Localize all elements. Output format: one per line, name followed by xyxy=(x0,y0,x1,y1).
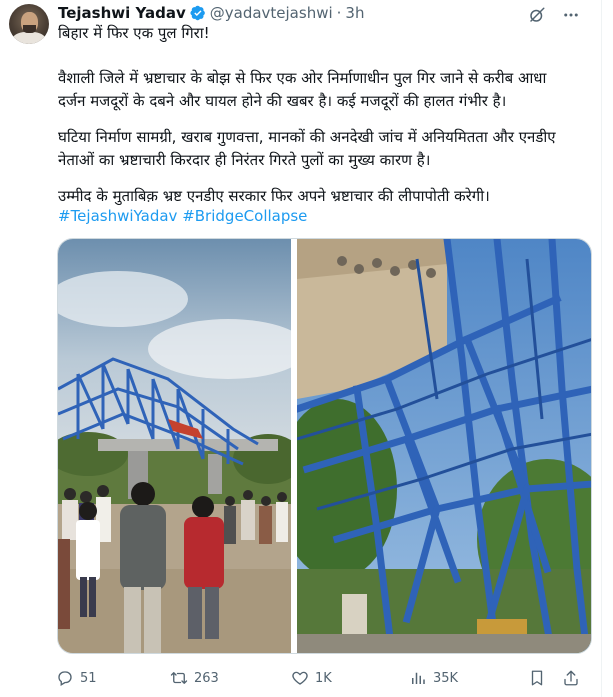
photo-crowd-bridge[interactable] xyxy=(58,239,291,653)
views-button[interactable]: 35K xyxy=(409,666,458,690)
post-time[interactable]: 3h xyxy=(345,4,364,22)
hashtag-row: #TejashwiYadav #BridgeCollapse xyxy=(58,206,593,226)
author-handle[interactable]: @yadavtejashwi xyxy=(210,4,333,22)
post-header: Tejashwi Yadav @yadavtejashwi · 3h xyxy=(58,2,364,24)
media-grid xyxy=(57,238,592,654)
paragraph-3: उम्मीद के मुताबिक़ भ्रष्ट एनडीए सरकार फि… xyxy=(58,187,490,205)
hashtag-link[interactable]: #TejashwiYadav xyxy=(58,207,177,225)
share-button[interactable] xyxy=(562,666,580,690)
share-icon xyxy=(564,670,578,686)
verified-badge-icon[interactable] xyxy=(190,5,206,21)
photo-collapsed-girders[interactable] xyxy=(297,239,591,653)
reply-count: 51 xyxy=(80,670,97,686)
repost-count: 263 xyxy=(194,670,219,686)
paragraph-1-line-2: दर्जन मजदूरों के दबने और घायल होने की खब… xyxy=(58,92,507,110)
views-chart-icon xyxy=(412,672,425,684)
like-count: 1K xyxy=(315,670,332,686)
bookmark-icon xyxy=(531,670,543,686)
repost-button[interactable]: 263 xyxy=(170,666,219,690)
grok-icon[interactable] xyxy=(528,6,546,24)
bookmark-button[interactable] xyxy=(528,666,546,690)
author-name[interactable]: Tejashwi Yadav xyxy=(58,4,186,22)
more-options-icon[interactable] xyxy=(561,6,581,24)
like-button[interactable]: 1K xyxy=(291,666,332,690)
paragraph-2-line-2: नेताओं का भ्रष्टाचारी किरदार ही निरंतर ग… xyxy=(58,151,431,169)
views-count: 35K xyxy=(433,670,459,686)
paragraph-2-line-1: घटिया निर्माण सामग्री, खराब गुणवत्ता, मा… xyxy=(58,128,556,146)
post-headline: बिहार में फिर एक पुल गिरा! xyxy=(58,24,210,42)
reply-button[interactable]: 51 xyxy=(56,666,97,690)
reply-icon xyxy=(58,671,72,686)
heart-icon xyxy=(292,671,308,685)
repost-icon xyxy=(170,672,188,684)
paragraph-1-line-1: वैशाली जिले में भ्रष्टाचार के बोझ से फिर… xyxy=(58,69,547,87)
avatar[interactable] xyxy=(9,4,49,44)
timeline-divider xyxy=(601,0,602,697)
hashtag-link[interactable]: #BridgeCollapse xyxy=(182,207,307,225)
action-bar: 51 263 1K 35K xyxy=(50,666,590,690)
separator-dot: · xyxy=(336,4,342,22)
